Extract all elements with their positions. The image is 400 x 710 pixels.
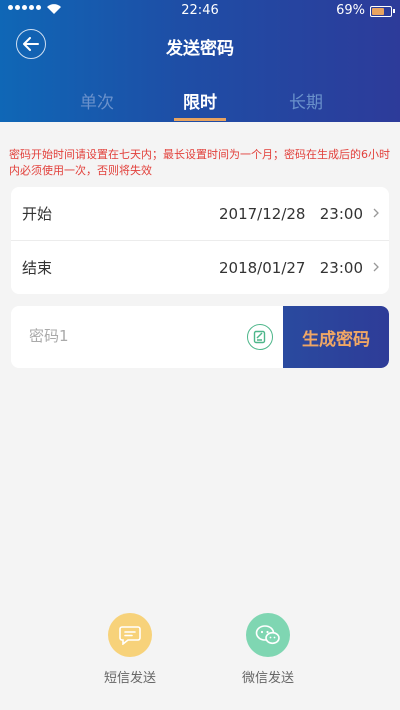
start-time-value: 2017/12/28 23:00 (219, 204, 363, 223)
notice-text: 密码开始时间请设置在七天内；最长设置时间为一个月；密码在生成后的6小时内必须使用… (9, 148, 390, 177)
edit-icon[interactable] (247, 324, 273, 350)
sms-icon (108, 613, 152, 657)
battery-icon (370, 6, 392, 17)
start-time-label: 开始 (22, 205, 53, 223)
page-title: 发送密码 (166, 39, 234, 59)
share-wechat-label: 微信发送 (241, 671, 294, 686)
time-range-card: 开始 2017/12/28 23:00 结束 2018/01/27 23:00 (11, 187, 389, 294)
chevron-right-icon (373, 262, 379, 272)
tab-bar: 单次 限时 长期 (0, 88, 400, 122)
battery-percentage: 69% (336, 3, 365, 18)
start-time-row[interactable]: 开始 2017/12/28 23:00 (11, 187, 389, 240)
tab-single[interactable]: 单次 (57, 88, 137, 113)
password-card: 生成密码 (11, 306, 389, 368)
generate-password-button[interactable]: 生成密码 (283, 306, 389, 368)
active-tab-indicator (174, 118, 226, 121)
tab-long-term[interactable]: 长期 (266, 88, 346, 113)
end-time-label: 结束 (22, 259, 53, 277)
share-sms-label: 短信发送 (103, 671, 156, 686)
tab-limited-time[interactable]: 限时 (160, 88, 240, 113)
end-time-value: 2018/01/27 23:00 (219, 258, 363, 277)
status-bar: 22:46 69% (0, 0, 400, 22)
end-time-row[interactable]: 结束 2018/01/27 23:00 (11, 241, 389, 294)
share-wechat-button[interactable]: 微信发送 (228, 613, 308, 686)
wechat-icon (246, 613, 290, 657)
app-header: 22:46 69% 发送密码 单次 限时 长期 (0, 0, 400, 122)
password-input[interactable] (27, 326, 231, 346)
battery-tip (393, 9, 395, 13)
share-sms-button[interactable]: 短信发送 (90, 613, 170, 686)
chevron-right-icon (373, 208, 379, 218)
